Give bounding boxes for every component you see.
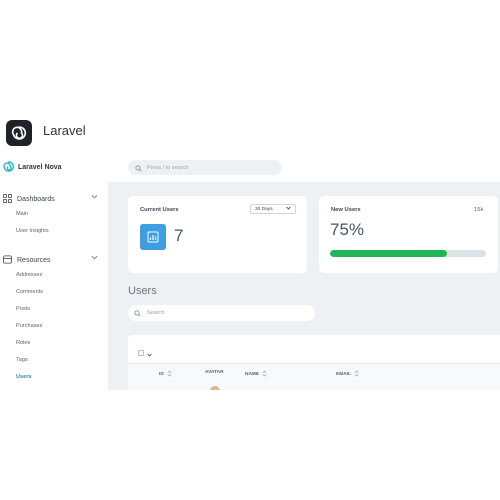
column-header-avatar: AVATAR xyxy=(205,370,224,375)
column-header-label: ID xyxy=(159,372,164,377)
column-header-label: AVATAR xyxy=(205,370,224,375)
search-icon xyxy=(134,304,141,322)
sidebar-item-addresses[interactable]: Addresses xyxy=(16,272,42,278)
resources-database-icon xyxy=(3,255,12,266)
resource-table: ID AVATAR NAME EMAIL xyxy=(128,335,500,390)
column-header-name[interactable]: NAME xyxy=(245,370,267,379)
chevron-down-icon xyxy=(147,344,152,362)
column-header-id[interactable]: ID xyxy=(159,370,172,379)
resource-search-placeholder: Search xyxy=(147,310,165,316)
chevron-down-icon[interactable] xyxy=(91,255,98,262)
avatar xyxy=(210,386,220,390)
metric-total: 15k xyxy=(474,207,484,213)
metric-percent: 75% xyxy=(330,220,365,239)
metric-card-current-users: Current Users 30 Days 7 xyxy=(128,196,307,273)
sort-icon xyxy=(354,370,359,379)
chevron-down-icon xyxy=(286,206,291,212)
metric-title: Current Users xyxy=(140,207,179,213)
select-all-dropdown[interactable] xyxy=(138,344,152,362)
sidebar-group-resources-label: Resources xyxy=(17,257,51,264)
table-header-row: ID AVATAR NAME EMAIL xyxy=(128,364,500,390)
page-title: Users xyxy=(128,285,157,297)
sidebar-item-tags[interactable]: Tags xyxy=(16,357,28,363)
progress-bar xyxy=(330,250,486,257)
sidebar-item-users[interactable]: Users xyxy=(16,374,32,380)
select-all-checkbox[interactable] xyxy=(138,350,144,356)
range-select[interactable]: 30 Days xyxy=(250,204,296,214)
sidebar-item-main[interactable]: Main xyxy=(16,211,28,217)
sidebar-group-dashboards-label: Dashboards xyxy=(17,196,55,203)
sort-icon xyxy=(262,370,267,379)
column-header-email[interactable]: EMAIL xyxy=(336,370,359,379)
top-bar: Laravel Nova Press / to search xyxy=(0,154,500,182)
dashboards-grid-icon xyxy=(3,194,12,205)
app-title: Laravel xyxy=(43,123,86,138)
metric-card-new-users: New Users 15k 75% xyxy=(319,196,498,273)
sidebar-item-user-insights[interactable]: User Insights xyxy=(16,228,49,234)
global-search-placeholder: Press / to search xyxy=(147,164,189,171)
nova-brand-label: Laravel Nova xyxy=(18,164,62,171)
nova-logo-icon xyxy=(3,161,14,174)
sort-icon xyxy=(167,370,172,379)
column-header-label: NAME xyxy=(245,372,260,377)
global-search-input[interactable]: Press / to search xyxy=(128,160,282,175)
search-icon xyxy=(135,159,142,177)
sidebar: Dashboards Main User Insights Resources … xyxy=(0,182,108,390)
resource-search-input[interactable]: Search xyxy=(128,305,315,321)
metric-value: 7 xyxy=(174,226,184,245)
nova-window: Laravel Nova Press / to search Dashboard… xyxy=(0,154,500,390)
sidebar-group-dashboards[interactable]: Dashboards xyxy=(3,194,98,205)
sidebar-item-comments[interactable]: Comments xyxy=(16,289,43,295)
column-header-label: EMAIL xyxy=(336,372,351,377)
progress-bar-fill xyxy=(330,250,447,257)
nova-brand[interactable]: Laravel Nova xyxy=(3,161,62,174)
sidebar-group-resources[interactable]: Resources xyxy=(3,255,98,266)
chevron-down-icon[interactable] xyxy=(91,194,98,201)
chart-bar-icon xyxy=(140,224,166,250)
sidebar-item-roles[interactable]: Roles xyxy=(16,340,30,346)
sidebar-item-posts[interactable]: Posts xyxy=(16,306,30,312)
app-logo-icon xyxy=(6,120,32,146)
metric-title: New Users xyxy=(331,207,361,213)
sidebar-item-purchases[interactable]: Purchases xyxy=(16,323,42,329)
range-select-value: 30 Days xyxy=(255,206,273,212)
